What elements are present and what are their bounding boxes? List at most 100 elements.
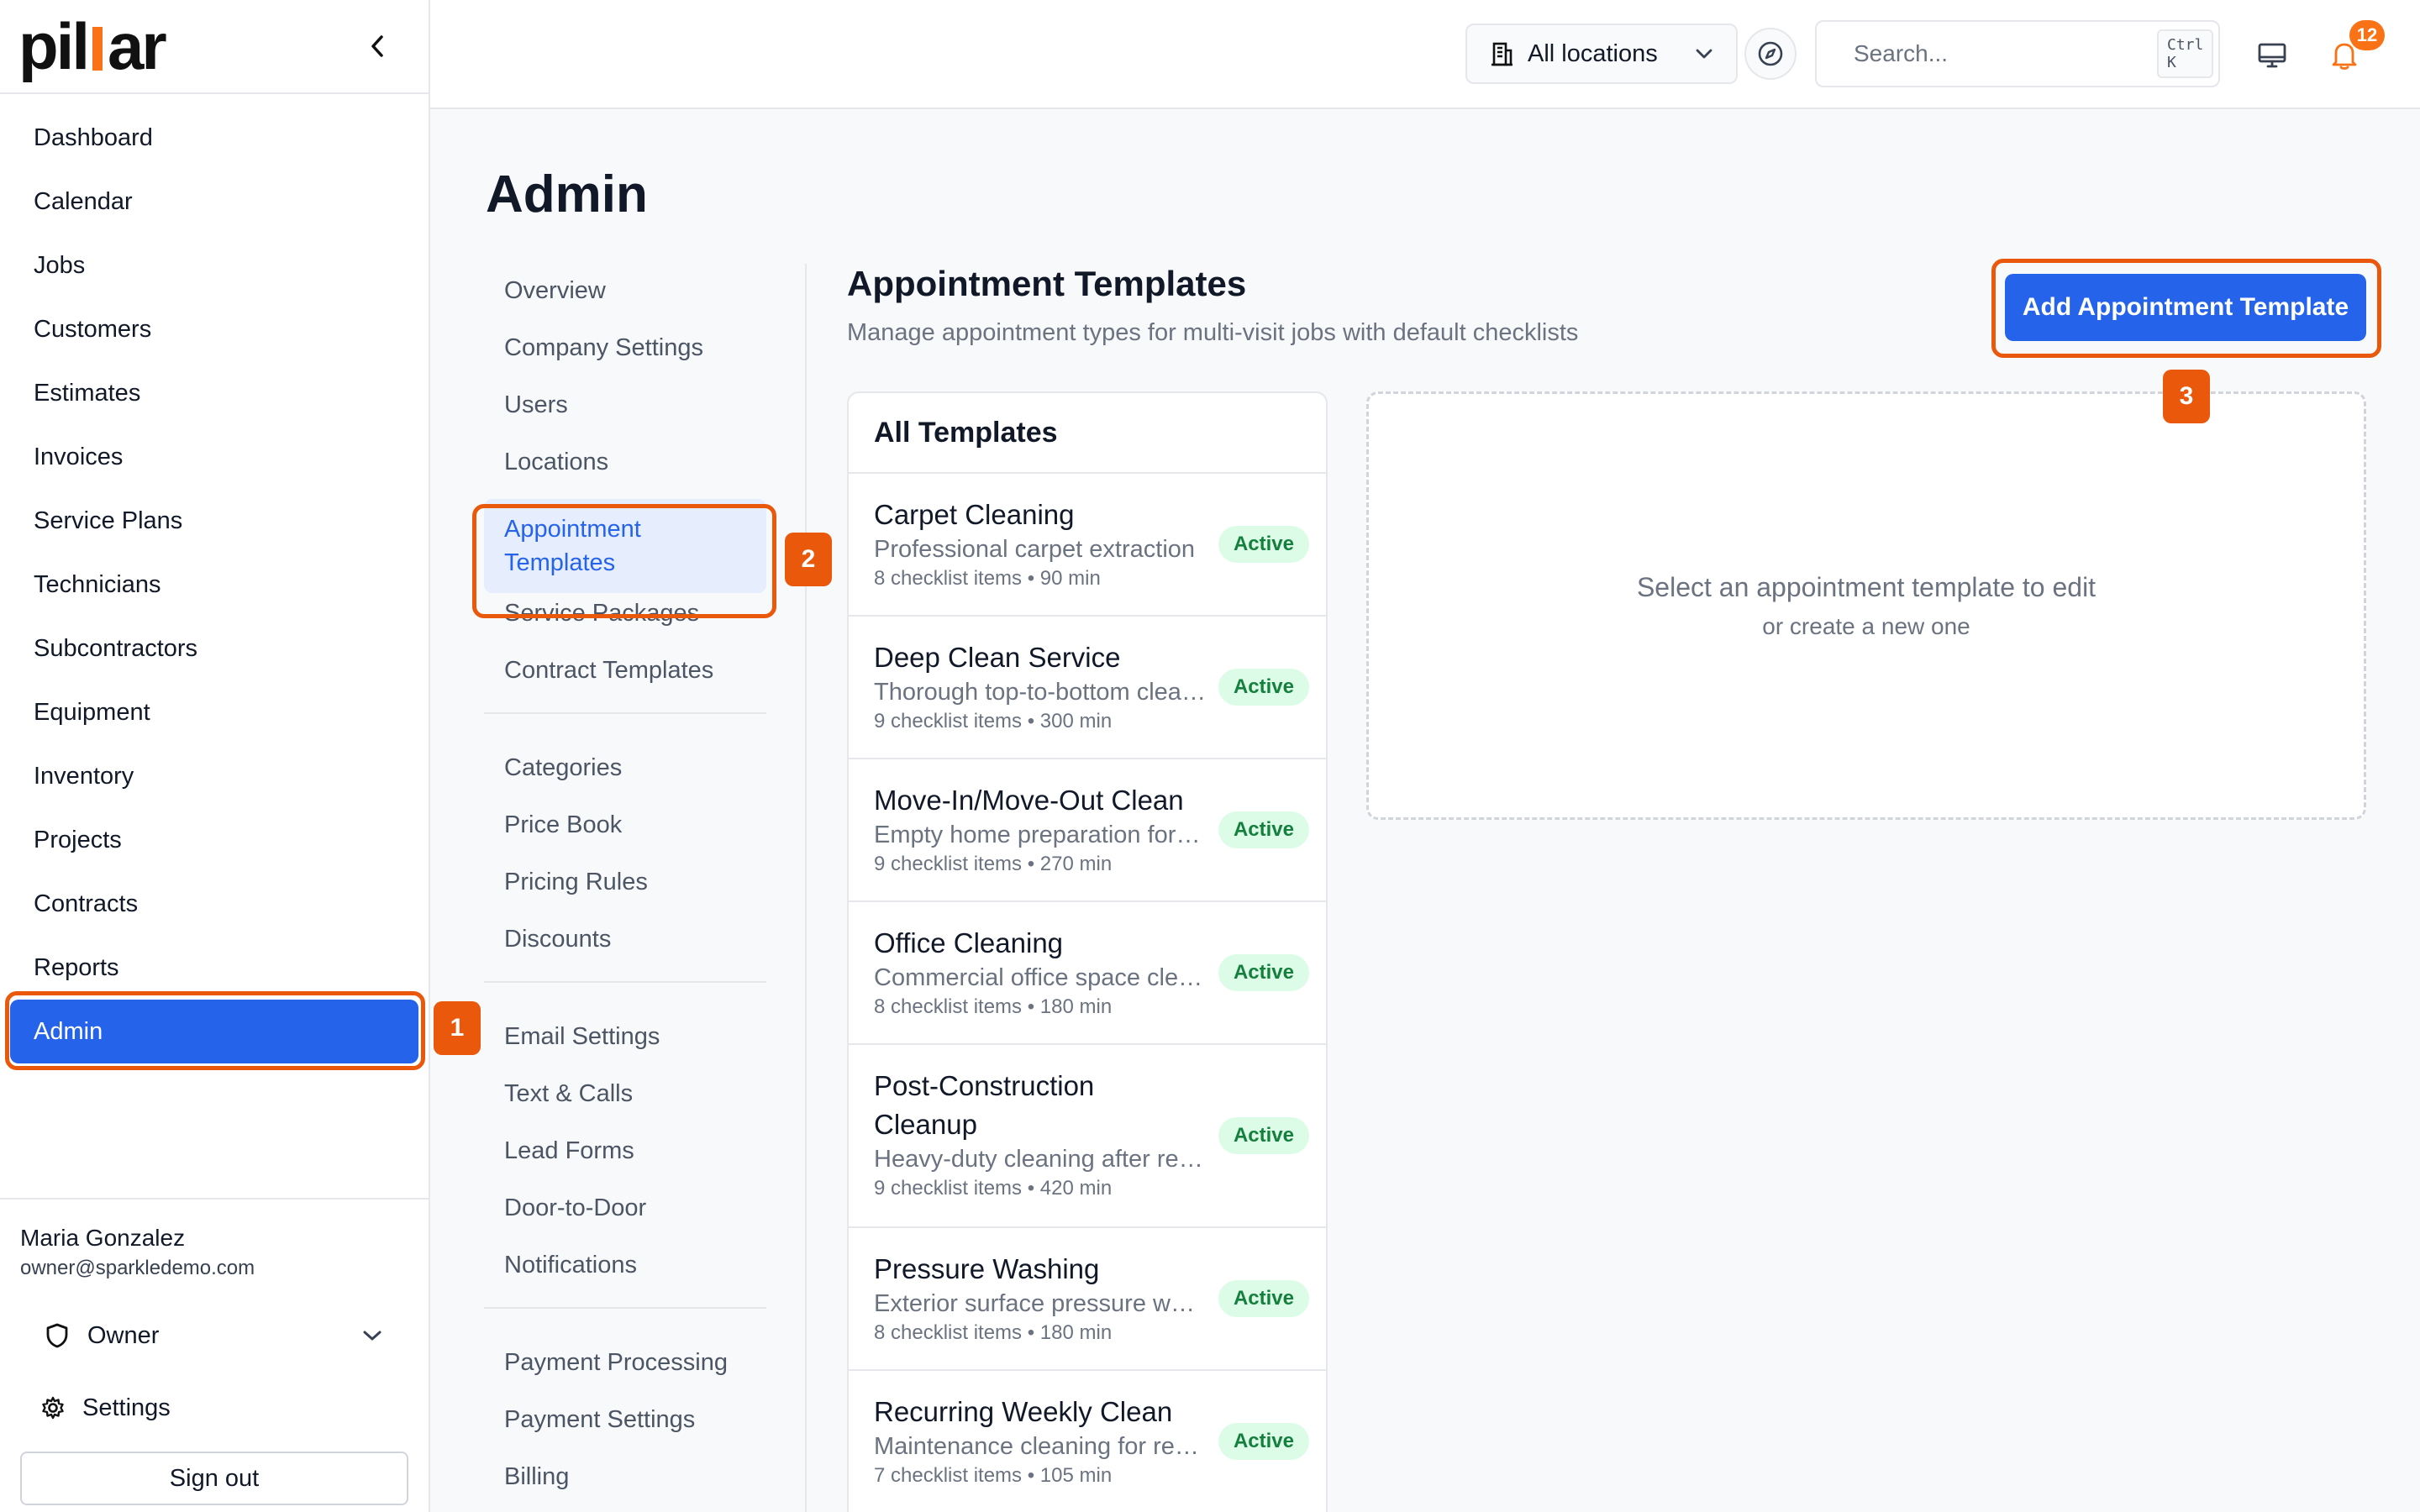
subnav-text-calls[interactable]: Text & Calls [484, 1065, 766, 1122]
explore-button[interactable] [1744, 28, 1797, 80]
status-badge: Active [1218, 669, 1309, 706]
templates-list-header: All Templates [849, 393, 1326, 474]
collapse-sidebar-button[interactable] [361, 29, 395, 63]
subnav-payment-processing[interactable]: Payment Processing [484, 1334, 766, 1391]
template-meta: 8 checklist items • 180 min [874, 995, 1113, 1018]
template-item[interactable]: Deep Clean Service Thorough top-to-botto… [849, 617, 1326, 759]
template-item[interactable]: Recurring Weekly Clean Maintenance clean… [849, 1371, 1326, 1512]
section-title: Appointment Templates [847, 264, 1247, 303]
subnav-categories[interactable]: Categories [484, 739, 766, 796]
subnav-vertical-divider [805, 264, 807, 1512]
template-item[interactable]: Post-Construction Cleanup Heavy-duty cle… [849, 1045, 1326, 1228]
template-name: Carpet Cleaning [874, 499, 1075, 530]
chevron-down-icon [363, 1331, 381, 1341]
template-editor-empty-state: Select an appointment template to edit o… [1366, 391, 2366, 820]
template-meta: 9 checklist items • 420 min [874, 1177, 1113, 1200]
nav-item-jobs[interactable]: Jobs [0, 234, 429, 297]
building-icon [1491, 42, 1512, 66]
status-badge: Active [1218, 1423, 1309, 1460]
template-meta: 9 checklist items • 300 min [874, 710, 1113, 732]
template-description: Heavy-duty cleaning after renovation [874, 1146, 1207, 1173]
step-2-marker: 2 [785, 533, 832, 586]
template-item[interactable]: Carpet Cleaning Professional carpet extr… [849, 474, 1326, 617]
sign-out-button[interactable]: Sign out [20, 1452, 408, 1505]
settings-link[interactable]: Settings [20, 1384, 408, 1431]
template-description: Empty home preparation for new occupants [874, 822, 1207, 848]
status-badge: Active [1218, 1117, 1309, 1154]
nav-item-inventory[interactable]: Inventory [0, 744, 429, 808]
subnav-billing[interactable]: Billing [484, 1448, 766, 1505]
monitor-icon [2258, 43, 2286, 68]
nav-item-dashboard[interactable]: Dashboard [0, 106, 429, 170]
template-item[interactable]: Pressure Washing Exterior surface pressu… [849, 1228, 1326, 1371]
nav-item-customers[interactable]: Customers [0, 297, 429, 361]
subnav-lead-forms[interactable]: Lead Forms [484, 1122, 766, 1179]
subnav-door-to-door[interactable]: Door-to-Door [484, 1179, 766, 1236]
subnav-divider [484, 1307, 766, 1309]
main-nav: Dashboard Calendar Jobs Customers Estima… [0, 94, 429, 1063]
subnav-appointment-templates[interactable]: Appointment Templates [484, 499, 766, 593]
chevron-left-icon [371, 35, 383, 57]
nav-item-service-plans[interactable]: Service Plans [0, 489, 429, 553]
subnav-payment-settings[interactable]: Payment Settings [484, 1391, 766, 1448]
user-email: owner@sparkledemo.com [20, 1257, 255, 1279]
nav-item-technicians[interactable]: Technicians [0, 553, 429, 617]
nav-item-invoices[interactable]: Invoices [0, 425, 429, 489]
subnav-notifications[interactable]: Notifications [484, 1236, 766, 1294]
template-description: Thorough top-to-bottom cleaning [874, 679, 1207, 706]
template-name: Pressure Washing [874, 1253, 1100, 1284]
subnav-service-packages[interactable]: Service Packages [484, 585, 766, 642]
global-search[interactable]: Ctrl K [1815, 20, 2220, 87]
nav-item-subcontractors[interactable]: Subcontractors [0, 617, 429, 680]
nav-item-equipment[interactable]: Equipment [0, 680, 429, 744]
role-selector[interactable]: Owner [20, 1312, 408, 1359]
display-mode-button[interactable] [2250, 34, 2294, 77]
subnav-contract-templates[interactable]: Contract Templates [484, 642, 766, 699]
chevron-down-icon [1696, 49, 1712, 59]
admin-subnav: Overview Company Settings Users Location… [484, 262, 766, 1512]
location-select-value: All locations [1528, 39, 1658, 67]
subnav-locations[interactable]: Locations [484, 433, 766, 491]
step-3-marker: 3 [2163, 370, 2210, 423]
templates-list: All Templates Carpet Cleaning Profession… [847, 391, 1328, 1512]
pillar-logo[interactable]: pil ar [18, 13, 167, 79]
nav-item-estimates[interactable]: Estimates [0, 361, 429, 425]
search-input[interactable] [1854, 40, 2157, 67]
template-name: Office Cleaning [874, 927, 1064, 958]
nav-item-contracts[interactable]: Contracts [0, 872, 429, 936]
subnav-discounts[interactable]: Discounts [484, 911, 766, 968]
status-badge: Active [1218, 811, 1309, 848]
step-1-marker: 1 [434, 1001, 481, 1055]
nav-item-calendar[interactable]: Calendar [0, 170, 429, 234]
template-name: Post-Construction Cleanup [874, 1070, 1095, 1140]
subnav-users[interactable]: Users [484, 376, 766, 433]
section-subtitle: Manage appointment types for multi-visit… [847, 319, 1579, 346]
add-appointment-template-button[interactable]: Add Appointment Template [2005, 274, 2366, 341]
role-label: Owner [87, 1321, 160, 1349]
subnav-overview[interactable]: Overview [484, 262, 766, 319]
user-panel: Maria Gonzalez owner@sparkledemo.com Own… [0, 1198, 429, 1512]
nav-item-projects[interactable]: Projects [0, 808, 429, 872]
template-meta: 9 checklist items • 270 min [874, 853, 1113, 875]
location-select[interactable]: All locations [1465, 24, 1738, 84]
subnav-price-book[interactable]: Price Book [484, 796, 766, 853]
status-badge: Active [1218, 526, 1309, 563]
empty-state-hint: or create a new one [1762, 612, 1970, 639]
template-item[interactable]: Office Cleaning Commercial office space … [849, 902, 1326, 1045]
subnav-divider [484, 981, 766, 983]
template-meta: 8 checklist items • 90 min [874, 567, 1101, 590]
template-description: Exterior surface pressure washing [874, 1290, 1207, 1317]
template-meta: 7 checklist items • 105 min [874, 1464, 1113, 1487]
template-description: Commercial office space cleaning [874, 964, 1207, 991]
nav-item-reports[interactable]: Reports [0, 936, 429, 1000]
subnav-company-settings[interactable]: Company Settings [484, 319, 766, 376]
user-name: Maria Gonzalez [20, 1225, 186, 1251]
notification-count-badge: 12 [2349, 20, 2385, 50]
template-item[interactable]: Move-In/Move-Out Clean Empty home prepar… [849, 759, 1326, 902]
status-badge: Active [1218, 954, 1309, 991]
sidebar: pil ar Dashboard Calendar Jobs Customers … [0, 0, 430, 1512]
nav-item-admin[interactable]: Admin [10, 1000, 418, 1063]
subnav-email-settings[interactable]: Email Settings [484, 1008, 766, 1065]
search-shortcut-hint: Ctrl K [2157, 29, 2214, 78]
subnav-pricing-rules[interactable]: Pricing Rules [484, 853, 766, 911]
